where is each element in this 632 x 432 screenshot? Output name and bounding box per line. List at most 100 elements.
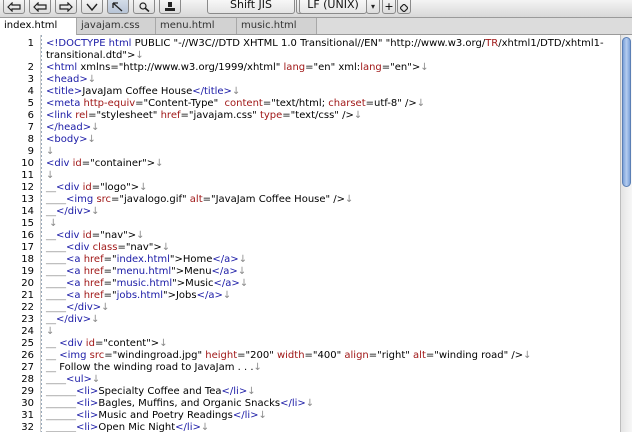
code-line[interactable]: ______<li>Open Mic Night</li>↓ bbox=[46, 422, 209, 432]
tab-music-html[interactable]: music.html bbox=[237, 18, 317, 34]
code-line[interactable]: <meta http-equiv="Content-Type" content=… bbox=[46, 98, 425, 110]
code-line[interactable]: <html xmlns="http://www.w3.org/1999/xhtm… bbox=[46, 62, 429, 74]
code-token: PUBLIC "-//W3C//DTD XHTML 1.0 Transition… bbox=[134, 38, 486, 49]
scrollbar-thumb[interactable] bbox=[622, 37, 631, 187]
code-line[interactable]: ____<a href="index.html">Home</a>↓ bbox=[46, 254, 247, 266]
code-line[interactable]: ______<li>Music and Poetry Readings</li>… bbox=[46, 410, 267, 422]
code-line[interactable]: ↓ bbox=[46, 326, 54, 338]
code-line[interactable]: ____<div class="nav">↓ bbox=[46, 242, 170, 254]
code-line[interactable]: <head>↓ bbox=[46, 74, 96, 86]
code-line[interactable]: __</div>↓ bbox=[46, 314, 100, 326]
code-line[interactable]: <body>↓ bbox=[46, 134, 96, 146]
code-token: ____ bbox=[46, 290, 66, 301]
code-line[interactable]: ____<img src="javalogo.gif" alt="JavaJam… bbox=[46, 194, 353, 206]
code-token: <div bbox=[59, 338, 86, 349]
code-token: index.html bbox=[116, 254, 170, 265]
code-token: ="winding road" /> bbox=[425, 350, 524, 361]
code-line[interactable]: __</div>↓ bbox=[46, 206, 100, 218]
code-token: </div> bbox=[66, 302, 102, 313]
code-token: <!DOCTYPE html bbox=[46, 38, 135, 49]
tab-index-html[interactable]: index.html bbox=[0, 18, 77, 35]
line-number: 12 bbox=[21, 182, 34, 193]
jump-button[interactable] bbox=[81, 0, 103, 14]
code-token: ↓ bbox=[239, 278, 249, 289]
undo-button[interactable] bbox=[3, 0, 25, 14]
vertical-scrollbar[interactable] bbox=[620, 35, 632, 432]
code-token: ____ bbox=[46, 266, 66, 277]
code-line[interactable]: </head>↓ bbox=[46, 122, 99, 134]
code-line[interactable]: ↓ bbox=[46, 218, 57, 230]
code-token: ="content"> bbox=[94, 338, 160, 349]
code-token: id bbox=[82, 230, 92, 241]
arrow-left-icon bbox=[33, 2, 47, 12]
line-ending-select[interactable]: LF (UNIX) bbox=[299, 0, 367, 14]
code-token: =utf-8" /> bbox=[365, 98, 417, 109]
code-token: </li> bbox=[232, 410, 259, 421]
code-token: ="text/css" /> bbox=[282, 110, 354, 121]
line-ending-dropdown-arrow[interactable]: ▾ bbox=[366, 0, 380, 14]
code-line[interactable]: ____</div>↓ bbox=[46, 302, 110, 314]
code-line[interactable]: ______<li>Bagles, Muffins, and Organic S… bbox=[46, 398, 314, 410]
code-editor[interactable]: 1 2 3 4 5 6 7 8 9 10 11 12 13 14 15 16 17 18 19 20 21 22 23 24 2… bbox=[0, 35, 632, 432]
code-line[interactable]: ____<a href="music.html">Music</a>↓ bbox=[46, 278, 248, 290]
code-token: ______ bbox=[46, 398, 76, 409]
code-token: ↓ bbox=[136, 230, 145, 241]
code-token: href bbox=[160, 110, 181, 121]
code-line[interactable]: <link rel="stylesheet" href="javajam.css… bbox=[46, 110, 362, 122]
tab-menu-html[interactable]: menu.html bbox=[156, 18, 237, 34]
line-number: 11 bbox=[21, 170, 34, 181]
code-line[interactable]: ↓ bbox=[46, 146, 54, 158]
code-line[interactable]: __<div id="nav">↓ bbox=[46, 230, 144, 242]
code-line[interactable]: <!DOCTYPE html PUBLIC "-//W3C//DTD XHTML… bbox=[46, 38, 604, 50]
code-token: ______ bbox=[46, 422, 76, 432]
tab-label: javajam.css bbox=[81, 20, 140, 31]
code-line[interactable]: <div id="container">↓ bbox=[46, 158, 163, 170]
code-token: ="javajam.css" bbox=[180, 110, 260, 121]
code-token: ">Home bbox=[169, 254, 213, 265]
code-token: alt bbox=[189, 194, 203, 205]
code-line[interactable]: ____<ul>↓ bbox=[46, 374, 100, 386]
code-token: ">Music bbox=[172, 278, 214, 289]
code-token: ↓ bbox=[200, 422, 210, 432]
code-line[interactable]: __ Follow the winding road to JavaJam . … bbox=[46, 362, 262, 374]
code-token: /xhtml1/DTD/xhtml1- bbox=[498, 38, 604, 49]
code-token: ="nav"> bbox=[117, 242, 162, 253]
code-token: =" bbox=[103, 266, 117, 277]
tab-label: music.html bbox=[241, 20, 297, 31]
code-line[interactable]: __<div id="logo">↓ bbox=[46, 182, 147, 194]
code-token: ↓ bbox=[253, 362, 262, 373]
code-line[interactable]: ____<a href="jobs.html">Jobs</a>↓ bbox=[46, 290, 231, 302]
code-token: <ul> bbox=[66, 374, 92, 385]
code-token: JavaJam Coffee House bbox=[82, 86, 193, 97]
encoding-select[interactable]: Shift JIS bbox=[207, 0, 295, 14]
line-number: 32 bbox=[21, 422, 34, 432]
diamond-button[interactable] bbox=[397, 0, 411, 14]
code-line[interactable]: ↓ bbox=[46, 170, 54, 182]
code-token: ="en"> bbox=[381, 62, 421, 73]
add-button[interactable]: + bbox=[382, 0, 396, 14]
code-token: href bbox=[83, 278, 104, 289]
code-token: <div bbox=[56, 230, 83, 241]
line-number: 14 bbox=[21, 206, 34, 217]
line-number: 27 bbox=[21, 362, 34, 373]
tab-javajam-css[interactable]: javajam.css bbox=[77, 18, 156, 34]
pointer-tool-button[interactable] bbox=[107, 0, 129, 14]
code-line[interactable]: __ <div id="content">↓ bbox=[46, 338, 168, 350]
code-token: <div bbox=[56, 182, 83, 193]
code-line[interactable]: ______<li>Specialty Coffee and Tea</li>↓ bbox=[46, 386, 256, 398]
code-token: <a bbox=[66, 278, 84, 289]
code-token: </div> bbox=[56, 206, 92, 217]
code-token: ↓ bbox=[161, 242, 171, 253]
find-button[interactable] bbox=[133, 0, 155, 14]
undo-alt-button[interactable] bbox=[29, 0, 51, 14]
stamp-button[interactable] bbox=[159, 0, 181, 14]
code-token: __ bbox=[46, 230, 56, 241]
code-token: ↓ bbox=[87, 74, 97, 85]
line-number: 28 bbox=[21, 374, 34, 385]
code-line[interactable]: <title>JavaJam Coffee House</title>↓ bbox=[46, 86, 240, 98]
code-line[interactable]: __ <img src="windingroad.jpg" height="20… bbox=[46, 350, 532, 362]
code-line[interactable]: transitional.dtd">↓ bbox=[46, 50, 144, 62]
code-token: id bbox=[72, 158, 82, 169]
code-line[interactable]: ____<a href="menu.html">Menu</a>↓ bbox=[46, 266, 246, 278]
redo-button[interactable] bbox=[55, 0, 77, 14]
